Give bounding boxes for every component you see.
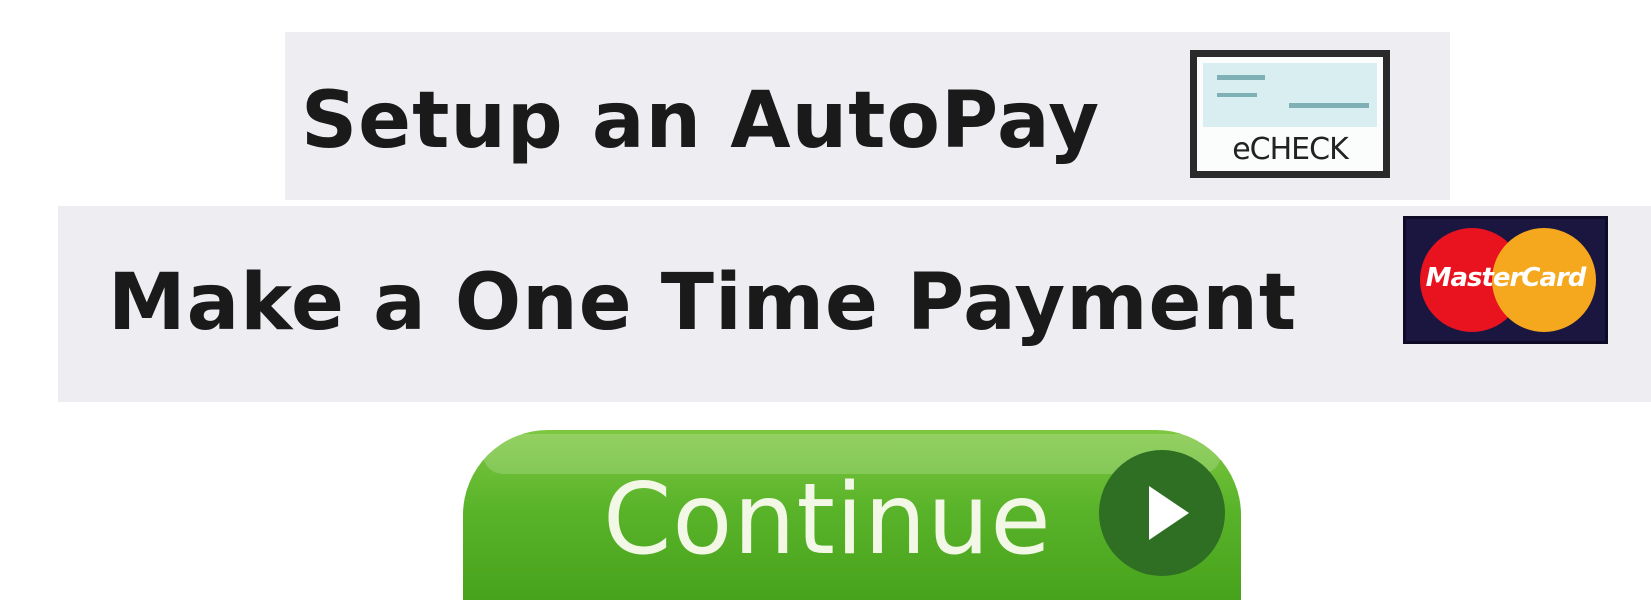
echeck-line xyxy=(1217,93,1257,97)
continue-button[interactable]: Continue xyxy=(463,430,1241,600)
play-triangle xyxy=(1149,486,1189,540)
echeck-line xyxy=(1217,75,1265,80)
echeck-icon: eCHECK xyxy=(1190,50,1390,178)
mastercard-text: MasterCard xyxy=(1425,263,1587,293)
echeck-text: eCHECK xyxy=(1232,132,1349,167)
play-arrow-icon xyxy=(1099,450,1225,576)
setup-autopay-label: Setup an AutoPay xyxy=(301,76,1101,166)
one-time-payment-label: Make a One Time Payment xyxy=(108,258,1298,348)
echeck-line xyxy=(1289,103,1369,108)
mastercard-icon: MasterCard xyxy=(1403,216,1608,344)
payment-options-panel: Setup an AutoPay eCHECK Make a One Time … xyxy=(0,0,1651,600)
echeck-header-strip xyxy=(1203,63,1377,127)
continue-label: Continue xyxy=(603,463,1052,577)
setup-autopay-option[interactable]: Setup an AutoPay eCHECK xyxy=(285,32,1450,200)
one-time-payment-option[interactable]: Make a One Time Payment MasterCard xyxy=(58,206,1651,402)
